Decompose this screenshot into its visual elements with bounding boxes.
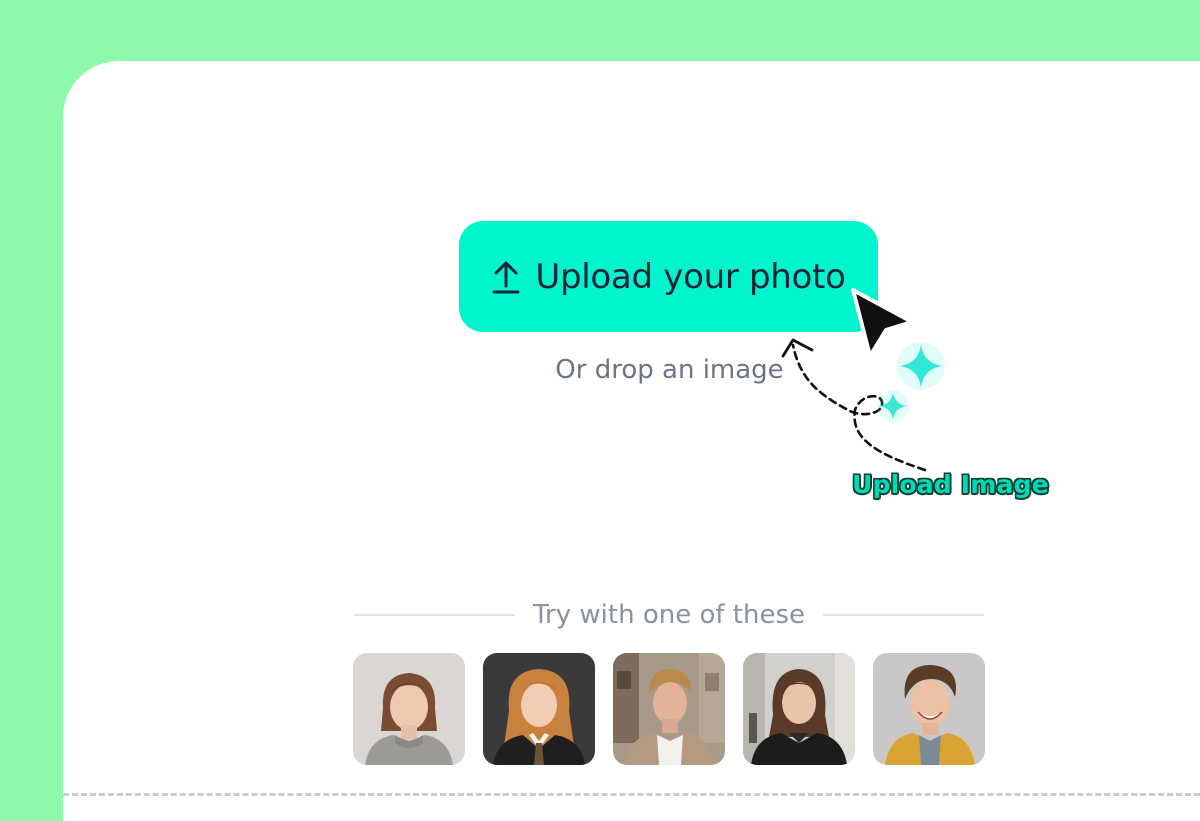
sample-photo-5[interactable] [873,653,985,765]
sample-photo-3[interactable] [613,653,725,765]
sample-photo-2[interactable] [483,653,595,765]
divider-line-left [354,614,515,616]
sample-photo-1[interactable] [353,653,465,765]
upload-button-label: Upload your photo [535,256,846,297]
try-samples-divider: Try with one of these [354,598,985,632]
upload-arrow-icon [491,260,521,294]
upload-photo-button[interactable]: Upload your photo [459,221,878,332]
try-samples-heading: Try with one of these [533,600,806,630]
bottom-dashed-border [63,793,1200,796]
sample-photos-row [353,653,985,765]
sample-photo-4[interactable] [743,653,855,765]
drop-image-hint: Or drop an image [555,355,784,385]
upload-image-annotation-label: Upload Image [852,470,1049,499]
divider-line-right [823,614,985,616]
